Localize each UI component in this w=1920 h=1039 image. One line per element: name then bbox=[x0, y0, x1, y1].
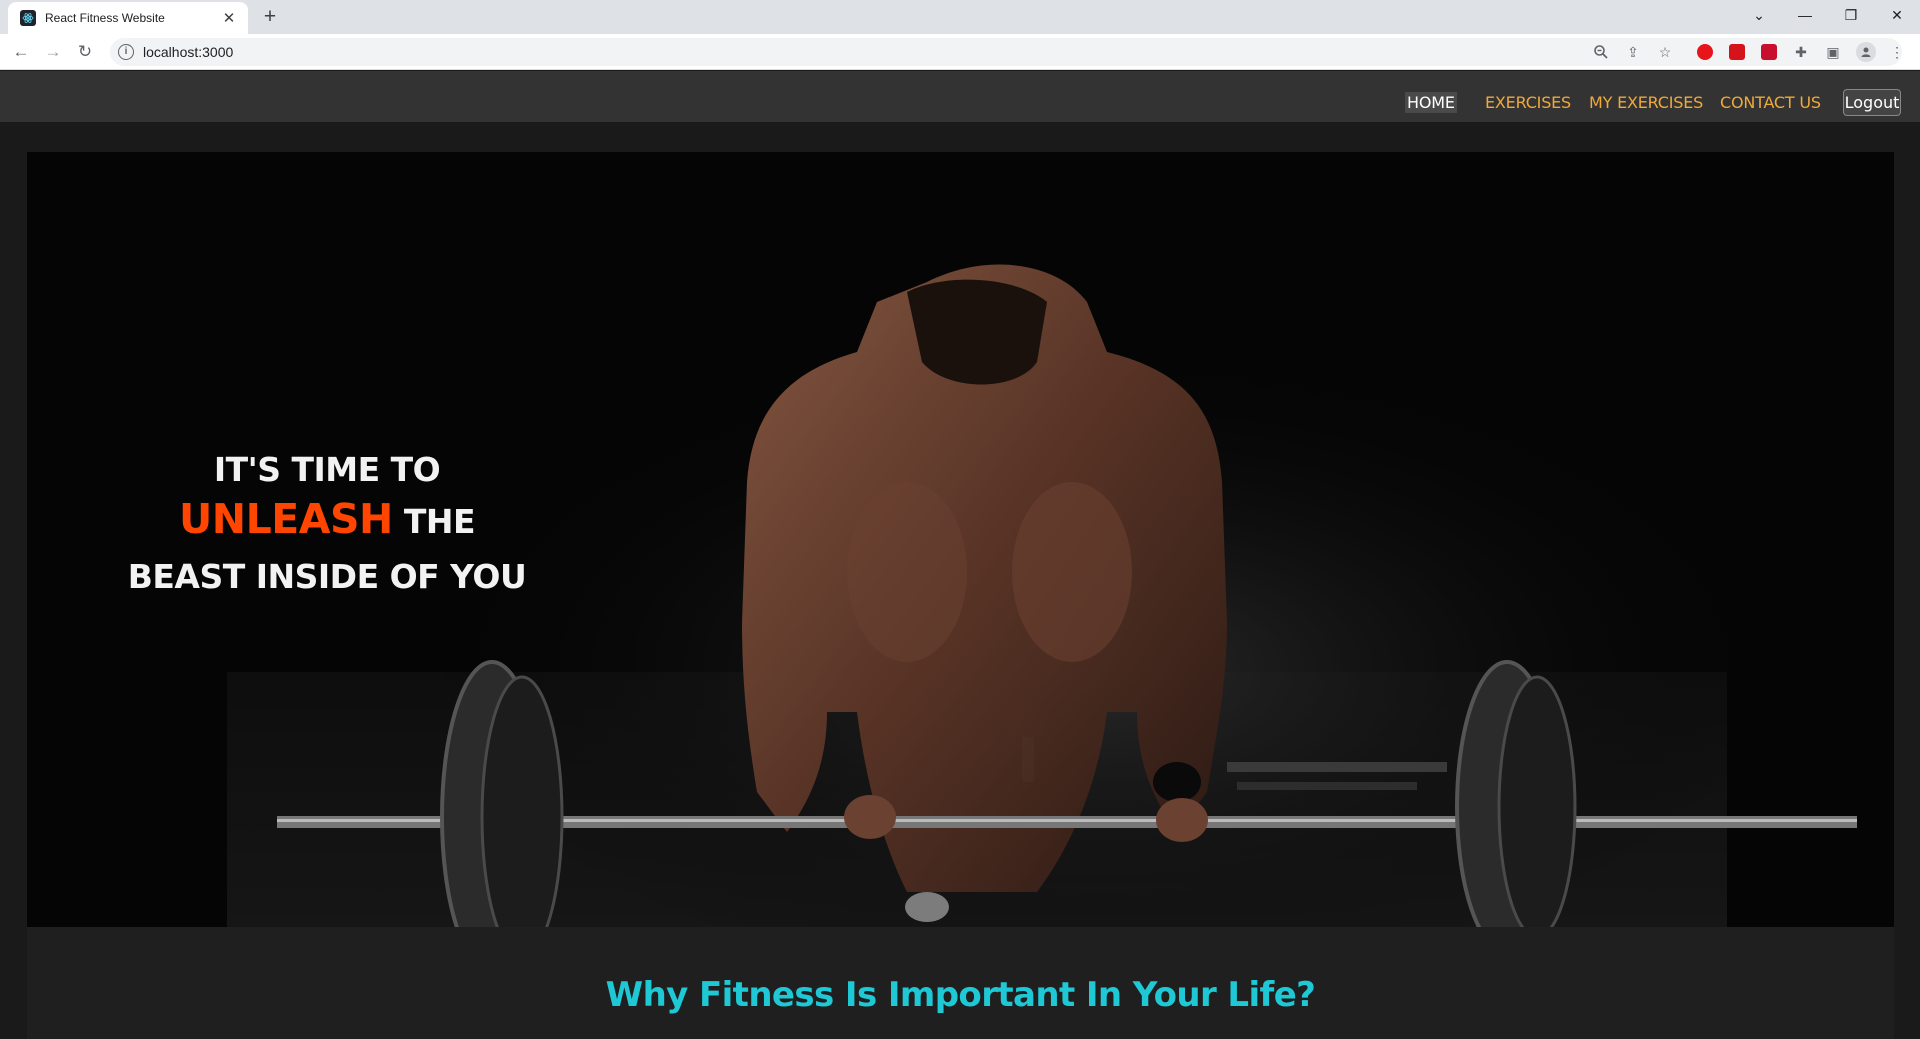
site-info-icon[interactable]: i bbox=[118, 44, 134, 60]
hero-accent-word: UNLEASH bbox=[179, 495, 393, 543]
tab-title: React Fitness Website bbox=[45, 11, 165, 25]
browser-tab[interactable]: React Fitness Website ✕ bbox=[8, 2, 248, 34]
red-extension-2-icon[interactable] bbox=[1761, 44, 1777, 60]
browser-toolbar: ← → ↻ i localhost:3000 ⇪ ☆ ✚ ▣ ⋮ bbox=[0, 34, 1920, 70]
opera-extension-icon[interactable] bbox=[1697, 44, 1713, 60]
fitness-importance-section: Why Fitness Is Important In Your Life? bbox=[27, 927, 1894, 1039]
browser-tabstrip: React Fitness Website ✕ + ⌄ — ❐ ✕ bbox=[0, 0, 1920, 34]
reload-icon[interactable]: ↻ bbox=[72, 39, 98, 65]
zoom-icon[interactable] bbox=[1592, 43, 1610, 61]
section-heading: Why Fitness Is Important In Your Life? bbox=[605, 975, 1316, 1015]
hero-headline: IT'S TIME TO UNLEASH THE BEAST INSIDE OF… bbox=[87, 450, 567, 603]
share-icon[interactable]: ⇪ bbox=[1624, 43, 1642, 61]
star-icon[interactable]: ☆ bbox=[1656, 43, 1674, 61]
hero-line-2-rest: THE bbox=[403, 502, 476, 541]
new-tab-icon[interactable]: + bbox=[258, 6, 282, 30]
tab-close-icon[interactable]: ✕ bbox=[220, 9, 238, 27]
url-text[interactable]: localhost:3000 bbox=[143, 44, 233, 60]
react-favicon-icon bbox=[20, 10, 36, 26]
hero-line-2: UNLEASH THE bbox=[87, 490, 567, 551]
hero-line-1: IT'S TIME TO bbox=[213, 450, 441, 489]
profile-icon[interactable] bbox=[1856, 42, 1876, 62]
site-navbar: HOME EXERCISES MY EXERCISES CONTACT US L… bbox=[0, 71, 1920, 122]
nav-contact-us[interactable]: CONTACT US bbox=[1720, 93, 1821, 112]
forward-icon[interactable]: → bbox=[40, 39, 66, 65]
back-icon[interactable]: ← bbox=[8, 39, 34, 65]
more-icon[interactable]: ⋮ bbox=[1888, 43, 1906, 61]
nav-home[interactable]: HOME bbox=[1405, 92, 1457, 113]
hero-line-3: BEAST INSIDE OF YOU bbox=[127, 557, 527, 596]
hero-banner: IT'S TIME TO UNLEASH THE BEAST INSIDE OF… bbox=[27, 152, 1894, 927]
tab-search-icon[interactable]: ⌄ bbox=[1736, 0, 1782, 30]
red-extension-icon[interactable] bbox=[1729, 44, 1745, 60]
minimize-icon[interactable]: — bbox=[1782, 0, 1828, 30]
puzzle-icon[interactable]: ✚ bbox=[1792, 43, 1810, 61]
nav-my-exercises[interactable]: MY EXERCISES bbox=[1589, 93, 1703, 112]
logout-button[interactable]: Logout bbox=[1843, 89, 1901, 116]
site-page: HOME EXERCISES MY EXERCISES CONTACT US L… bbox=[0, 71, 1920, 1039]
nav-exercises[interactable]: EXERCISES bbox=[1485, 93, 1571, 112]
side-panel-icon[interactable]: ▣ bbox=[1824, 43, 1842, 61]
window-close-icon[interactable]: ✕ bbox=[1874, 0, 1920, 30]
restore-icon[interactable]: ❐ bbox=[1828, 0, 1874, 30]
